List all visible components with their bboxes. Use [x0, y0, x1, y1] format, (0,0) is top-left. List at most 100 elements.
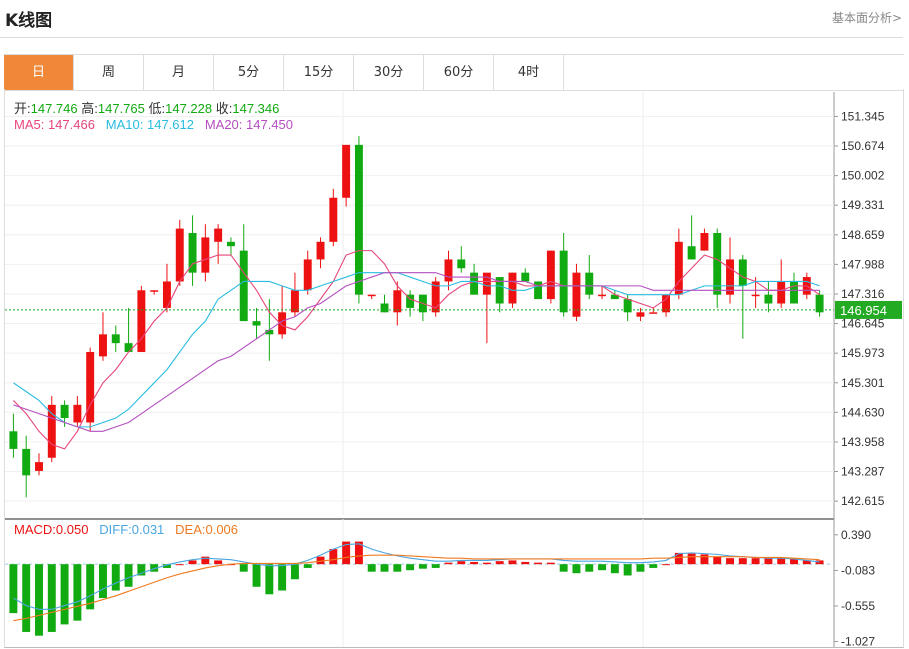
- macd-bar: [572, 564, 581, 574]
- candle-body: [546, 250, 555, 300]
- macd-bar: [124, 564, 133, 587]
- candle-body: [598, 294, 607, 297]
- macd-bar: [559, 564, 568, 572]
- candle-body: [214, 228, 223, 242]
- candle-body: [393, 290, 402, 313]
- macd-bar: [367, 564, 376, 572]
- candle-body: [47, 404, 56, 458]
- macd-bar: [329, 549, 338, 565]
- diff-value: DIFF:0.031: [99, 522, 165, 537]
- macd-bar: [649, 564, 658, 568]
- ma10-line: [13, 272, 820, 428]
- macd-bar: [623, 564, 632, 576]
- candle-body: [367, 294, 376, 297]
- dea-value: DEA:0.006: [175, 522, 239, 537]
- candle-body: [303, 259, 312, 291]
- price-tick-label: 145.973: [841, 346, 885, 360]
- macd-bar: [35, 564, 43, 636]
- close-value: 147.346: [232, 101, 280, 116]
- candle-body: [777, 281, 786, 304]
- candle-body: [9, 431, 18, 449]
- candle-body: [290, 290, 299, 313]
- price-tick-label: 144.630: [841, 405, 885, 419]
- price-tick-label: 148.659: [841, 228, 885, 242]
- price-tick-label: 142.615: [841, 494, 885, 508]
- candle-body: [534, 281, 543, 300]
- macd-bar: [278, 564, 287, 591]
- macd-tick-label: 0.390: [841, 528, 871, 542]
- candle-body: [239, 250, 248, 322]
- macd-bar: [188, 560, 197, 565]
- macd-bar: [687, 553, 696, 565]
- candlesticks: [9, 136, 824, 498]
- candle-body: [342, 144, 351, 198]
- macd-bar: [482, 562, 491, 565]
- price-tick-label: 151.345: [841, 109, 885, 123]
- macd-bar: [470, 561, 479, 565]
- macd-bar: [444, 562, 453, 565]
- macd-bar: [726, 558, 734, 565]
- price-tick-label: 150.002: [841, 169, 885, 183]
- candle-body: [137, 290, 146, 352]
- macd-bar: [713, 556, 722, 565]
- macd-bar: [214, 560, 223, 565]
- macd-bar: [406, 564, 415, 571]
- candle-body: [649, 312, 658, 314]
- price-tick-label: 145.301: [841, 376, 885, 390]
- candle-body: [380, 303, 389, 313]
- candle-body: [444, 259, 453, 282]
- macd-bar: [175, 564, 184, 566]
- candle-body: [329, 197, 338, 242]
- candle-body: [751, 294, 760, 297]
- open-value: 147.746: [30, 101, 78, 116]
- macd-bar: [239, 564, 248, 572]
- macd-tick-label: -0.555: [841, 599, 875, 613]
- macd-bar: [738, 558, 747, 565]
- price-tick-label: 147.316: [841, 287, 885, 301]
- candle-body: [252, 321, 261, 326]
- macd-bar: [393, 564, 402, 572]
- macd-bar: [751, 558, 760, 565]
- macd-bar: [585, 564, 594, 572]
- macd-bar: [636, 564, 645, 572]
- macd-bar: [764, 558, 773, 565]
- candle-body: [73, 404, 82, 423]
- current-price-label: 146.954: [840, 303, 887, 318]
- ma5-value: MA5: 147.466: [14, 117, 95, 132]
- high-label: 高:: [81, 101, 98, 116]
- macd-bar: [252, 564, 261, 587]
- macd-bar: [700, 554, 709, 565]
- macd-bar: [815, 560, 824, 565]
- macd-tick-label: -1.027: [841, 635, 875, 649]
- candle-body: [470, 272, 479, 295]
- macd-bar: [546, 562, 555, 565]
- macd-bar: [60, 564, 69, 625]
- macd-bar: [47, 564, 56, 632]
- candle-body: [457, 259, 466, 269]
- macd-bar: [495, 561, 504, 565]
- candle-body: [508, 272, 517, 304]
- ma20-value: MA20: 147.450: [204, 117, 294, 132]
- candle-body: [124, 343, 133, 352]
- macd-readout: MACD:0.050 DIFF:0.031 DEA:0.006: [14, 522, 238, 537]
- macd-bar: [111, 564, 120, 591]
- moving-average-lines: [13, 250, 820, 450]
- candle-body: [636, 312, 645, 317]
- macd-bar: [9, 564, 18, 614]
- ma20-line: [13, 272, 820, 432]
- candle-body: [700, 233, 709, 251]
- candle-body: [726, 259, 734, 295]
- close-label: 收:: [215, 101, 233, 116]
- candle-body: [521, 272, 530, 282]
- macd-bar: [457, 561, 466, 565]
- candle-body: [687, 246, 696, 260]
- macd-bar: [290, 564, 299, 580]
- macd-tick-label: -0.083: [841, 563, 875, 577]
- price-tick-label: 143.958: [841, 435, 885, 449]
- macd-bar: [431, 564, 440, 568]
- macd-histogram: [5, 541, 834, 636]
- low-value: 147.228: [165, 101, 213, 116]
- macd-bar: [380, 564, 389, 572]
- candle-body: [22, 448, 31, 476]
- macd-bar: [99, 564, 107, 599]
